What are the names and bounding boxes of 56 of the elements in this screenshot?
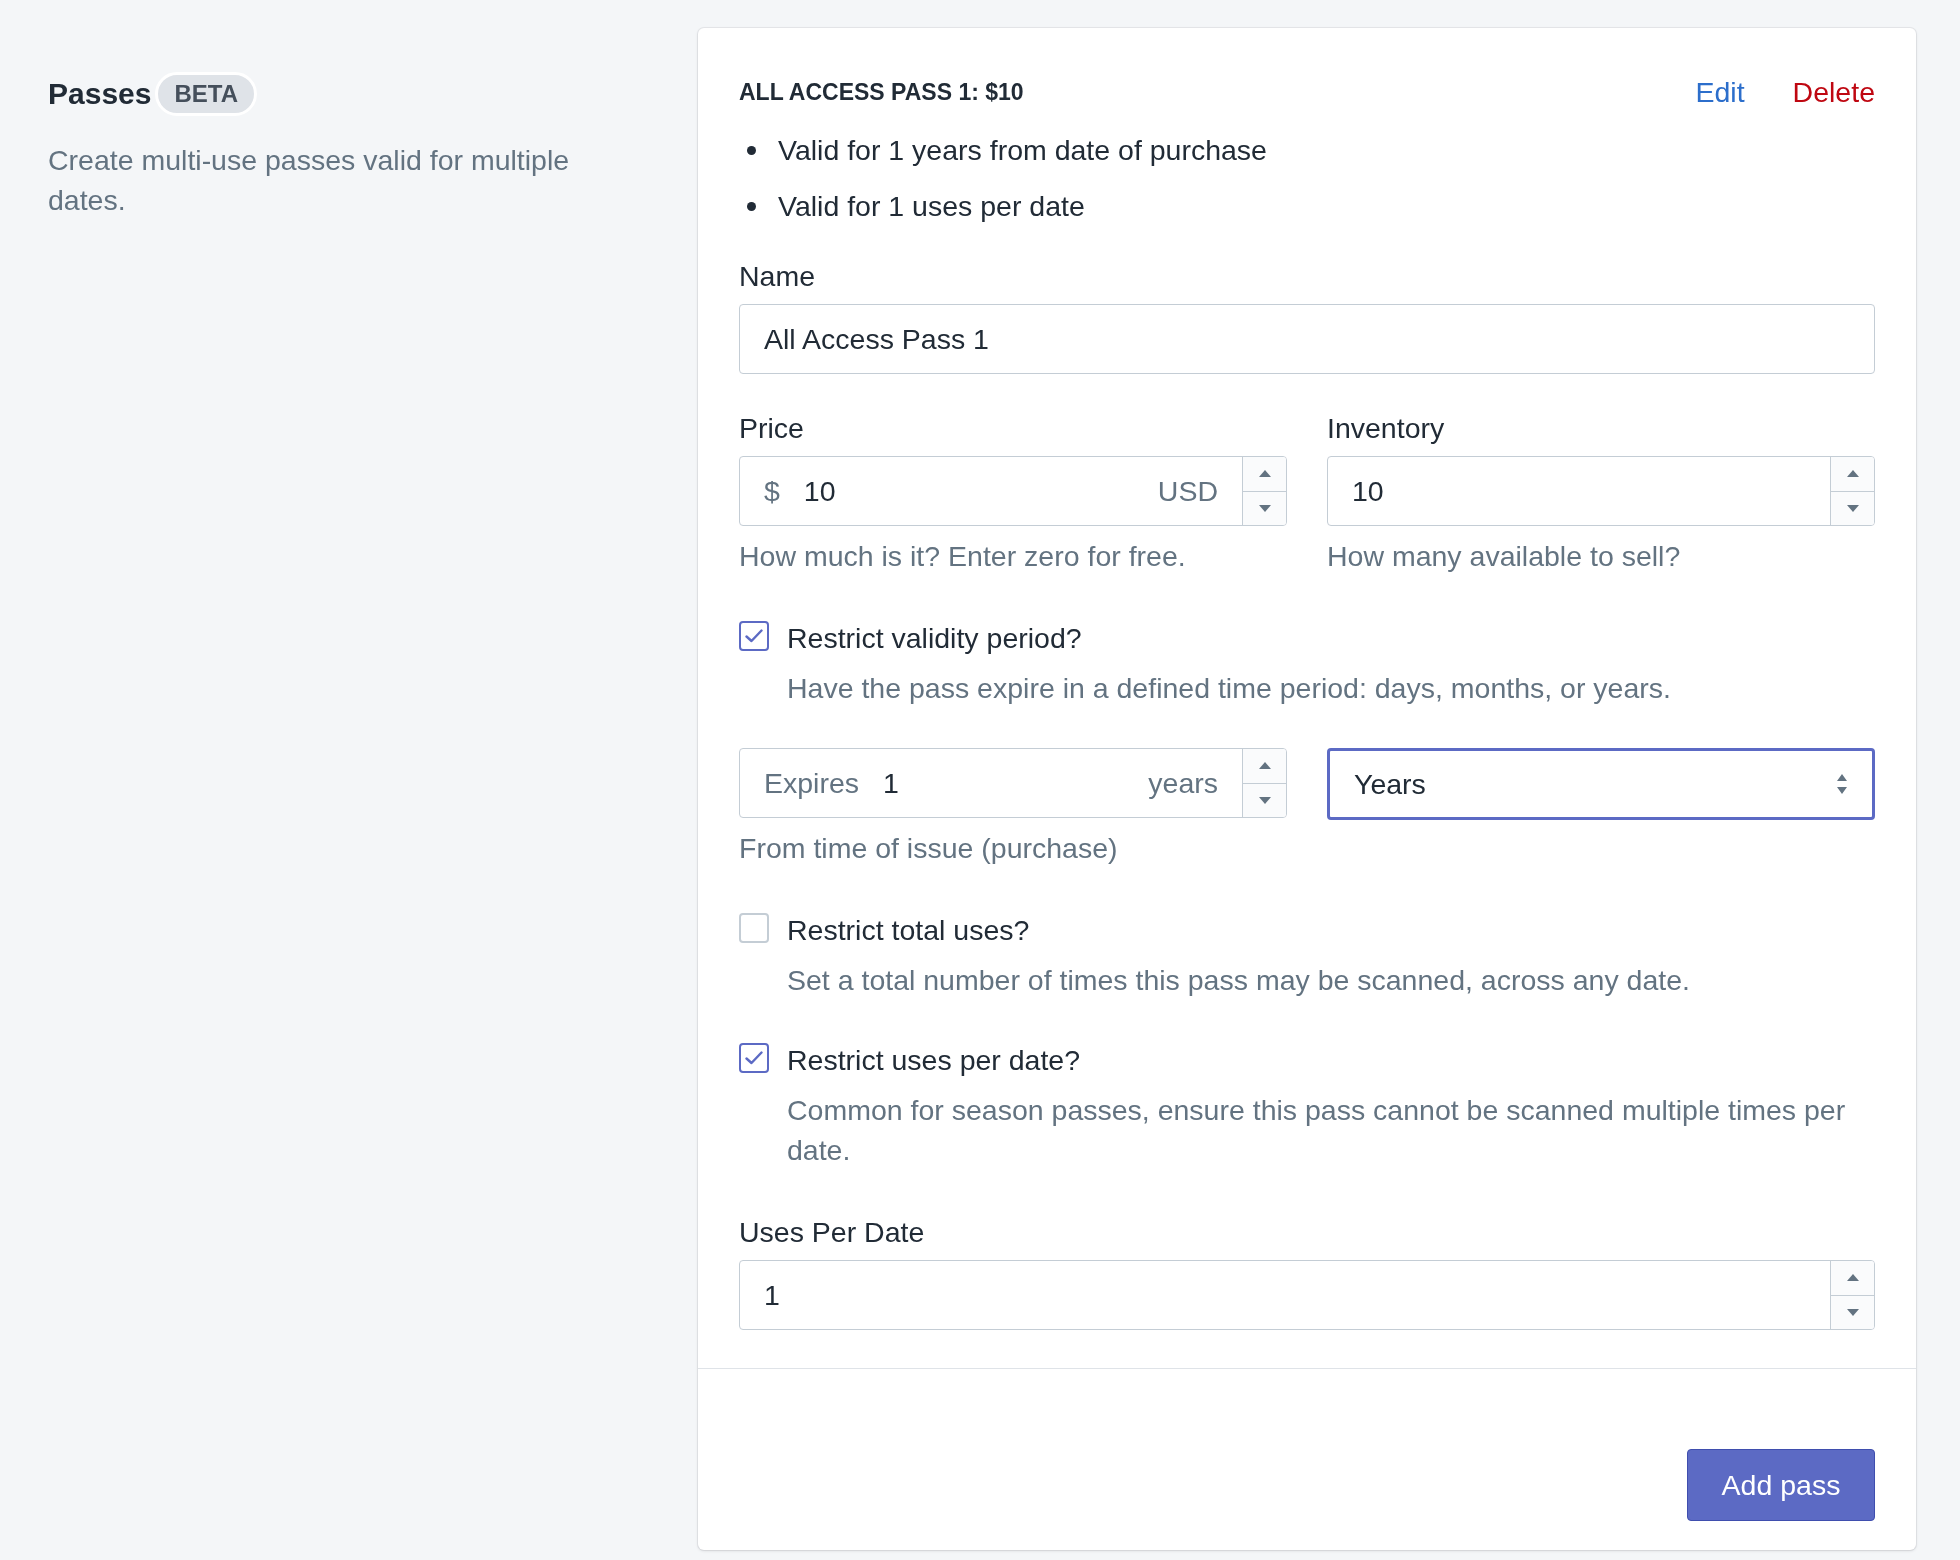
summary-item: Valid for 1 years from date of purchase <box>778 133 1267 168</box>
field-label: Uses Per Date <box>739 1215 926 1250</box>
field-label: Inventory <box>1327 411 1446 446</box>
number-stepper[interactable] <box>1830 1261 1874 1329</box>
section-title: Passes <box>48 76 152 112</box>
section-description: Create multi-use passes valid for multiple dates. <box>48 143 571 218</box>
number-stepper[interactable] <box>1242 749 1286 817</box>
field-value: All Access Pass 1 <box>763 322 990 357</box>
unit-select[interactable]: Years <box>1327 748 1875 820</box>
price-field[interactable]: $ 10 USD <box>739 456 1287 526</box>
delete-link[interactable]: Delete <box>1792 72 1875 112</box>
edit-link[interactable]: Edit <box>1695 72 1745 112</box>
field-label: Name <box>739 259 817 294</box>
field-value: 10 <box>802 474 837 509</box>
checkbox-label: Restrict validity period? <box>787 621 1083 656</box>
checkbox[interactable] <box>739 621 769 651</box>
checkmark-icon <box>745 1051 763 1065</box>
expiry-field[interactable]: Expires 1 years <box>739 748 1287 818</box>
caret-up-icon <box>1258 762 1271 770</box>
option-description: Set a total number of times this pass may be scanned, across any date. <box>787 963 1690 998</box>
checkmark-icon <box>745 629 763 643</box>
name-field[interactable]: All Access Pass 1 <box>739 304 1875 374</box>
inventory-field[interactable]: 10 <box>1327 456 1875 526</box>
caret-down-icon <box>1258 796 1271 804</box>
caret-up-icon <box>1846 470 1859 478</box>
add-pass-button[interactable]: Add pass <box>1687 1449 1875 1521</box>
caret-up-icon <box>1258 470 1271 478</box>
field-suffix: USD <box>1157 474 1219 509</box>
bullet-icon <box>747 201 756 211</box>
checkbox-label: Restrict uses per date? <box>787 1043 1082 1078</box>
caret-down-icon <box>1258 504 1271 512</box>
option-description: Common for season passes, ensure this pass cannot be scanned multiple times per date. <box>787 1093 1847 1168</box>
option-description: Have the pass expire in a defined time period: days, months, or years. <box>787 671 1671 706</box>
field-prefix: $ <box>763 474 780 509</box>
uses-per-date-field[interactable]: 1 <box>739 1260 1875 1330</box>
field-value: 1 <box>763 1278 781 1313</box>
field-value: 10 <box>1351 474 1385 509</box>
field-suffix: years <box>1148 766 1219 801</box>
caret-down-icon <box>1846 1308 1859 1316</box>
checkbox-label: Restrict total uses? <box>787 913 1031 948</box>
help-text: How many available to sell? <box>1327 539 1682 574</box>
pass-heading: ALL ACCESS PASS 1: $10 <box>739 78 1024 107</box>
field-label: Price <box>739 411 805 446</box>
field-prefix: Expires <box>763 766 860 801</box>
caret-down-icon <box>1846 504 1859 512</box>
beta-badge: BETA <box>155 72 257 116</box>
help-text: From time of issue (purchase) <box>739 831 1119 866</box>
help-text: How much is it? Enter zero for free. <box>739 539 1187 574</box>
summary-item: Valid for 1 uses per date <box>778 189 1085 224</box>
bullet-icon <box>747 145 756 155</box>
field-value: 1 <box>882 766 900 801</box>
number-stepper[interactable] <box>1242 457 1286 525</box>
sort-caret-icon <box>1836 774 1848 794</box>
checkbox[interactable] <box>739 1043 769 1073</box>
number-stepper[interactable] <box>1830 457 1874 525</box>
caret-up-icon <box>1846 1274 1859 1282</box>
